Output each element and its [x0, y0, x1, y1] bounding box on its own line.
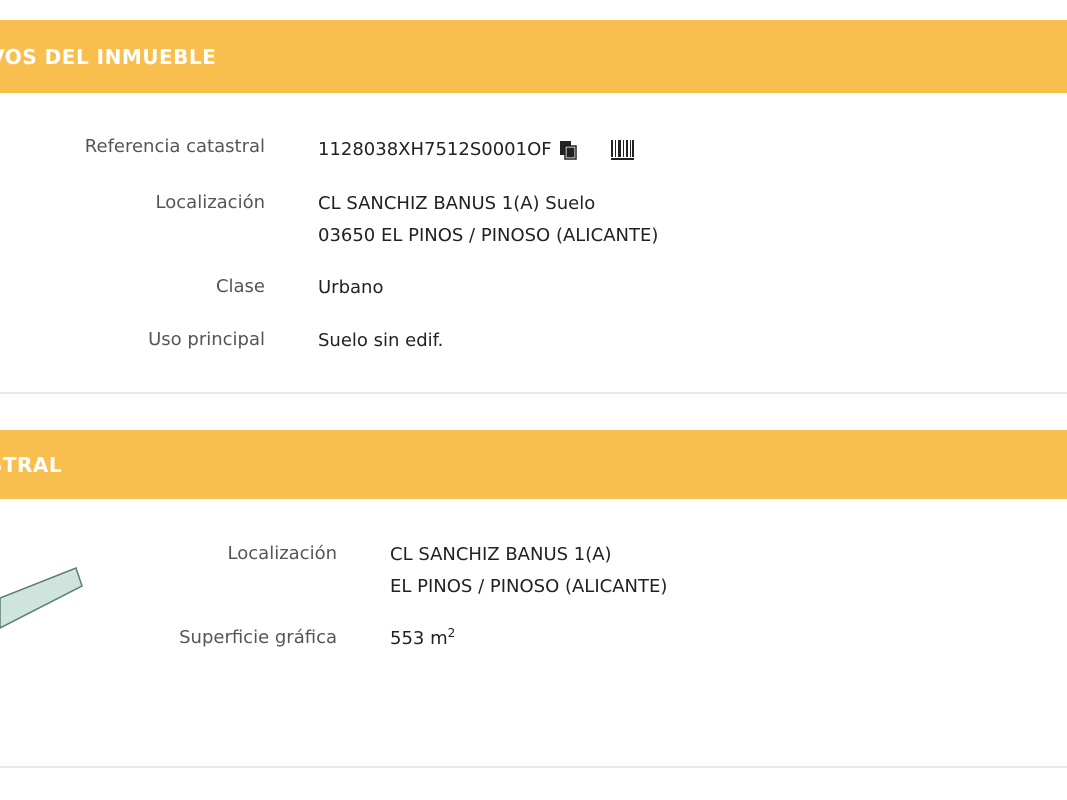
clase-label: Clase: [215, 276, 265, 297]
section-title: IPTIVOS DEL INMUEBLE: [0, 44, 217, 69]
copy-icon[interactable]: [558, 139, 578, 161]
referencia-catastral-row: 1128038XH7512S0001OF: [318, 134, 636, 166]
localizacion-line1: CL SANCHIZ BANUS 1(A) Suelo: [318, 193, 596, 214]
clase-value: Urbano: [318, 277, 384, 298]
section-header-parcela-catastral: ASTRAL: [0, 430, 1067, 499]
referencia-catastral-value: 1128038XH7512S0001OF: [318, 139, 552, 160]
localizacion-line2: 03650 EL PINOS / PINOSO (ALICANTE): [318, 225, 659, 246]
uso-principal-label: Uso principal: [148, 329, 265, 350]
superficie-grafica-value: 553 m2: [390, 623, 455, 655]
localizacion-label: Localización: [155, 192, 265, 213]
section-title: ASTRAL: [0, 452, 63, 477]
parcel-map-shape[interactable]: [0, 560, 90, 640]
superficie-number: 553 m: [390, 628, 448, 649]
section-divider: [0, 392, 1067, 394]
parcela-localizacion-line1: CL SANCHIZ BANUS 1(A): [390, 544, 612, 565]
parcela-localizacion-label: Localización: [227, 543, 337, 564]
referencia-catastral-label: Referencia catastral: [84, 136, 265, 157]
barcode-icon[interactable]: [610, 138, 636, 162]
parcela-localizacion-line2: EL PINOS / PINOSO (ALICANTE): [390, 576, 668, 597]
section-header-datos-descriptivos: IPTIVOS DEL INMUEBLE: [0, 20, 1067, 93]
section-divider: [0, 766, 1067, 768]
superficie-grafica-label: Superficie gráfica: [179, 627, 337, 648]
uso-principal-value: Suelo sin edif.: [318, 330, 444, 351]
superficie-unit-exponent: 2: [447, 626, 456, 640]
